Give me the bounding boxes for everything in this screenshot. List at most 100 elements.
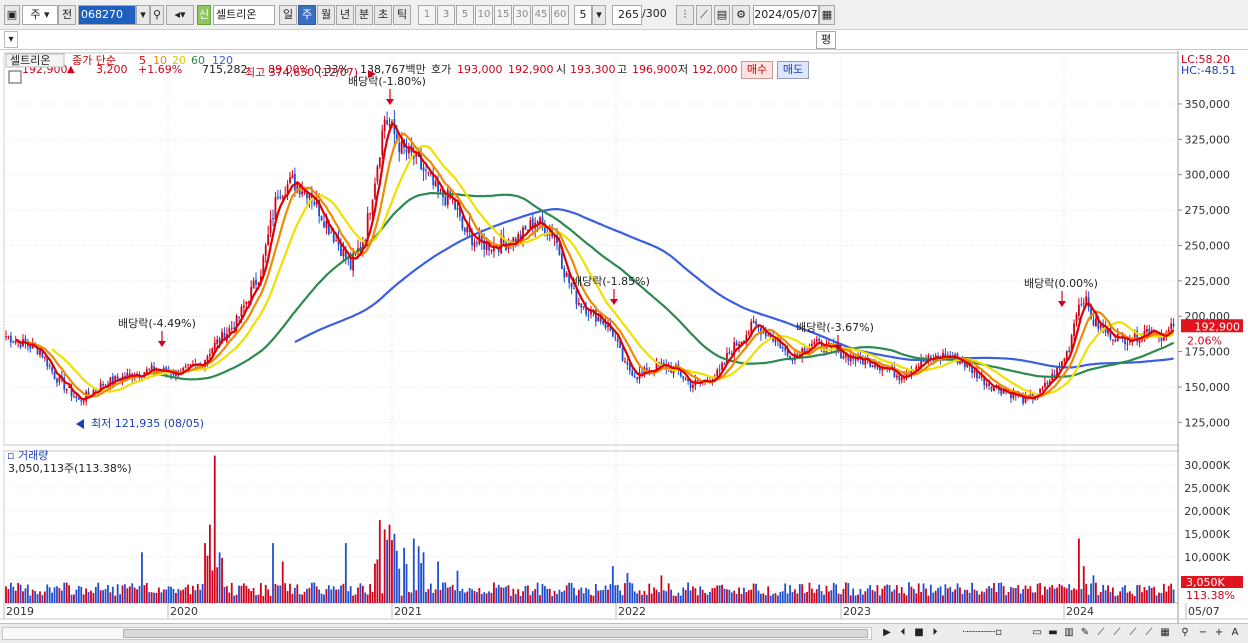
period-tab[interactable]: 초 [374, 5, 392, 25]
volume-bar [114, 595, 117, 603]
gear-icon[interactable]: ⚙ [732, 5, 750, 25]
interval-tab[interactable]: 3 [437, 5, 455, 25]
volume-bar [959, 587, 961, 603]
volume-bar [1061, 585, 1063, 603]
save-icon[interactable]: ▤ [714, 5, 730, 25]
volume-bar [871, 590, 874, 603]
period-tab[interactable]: 분 [355, 5, 373, 25]
candle-body [524, 225, 527, 230]
draw-icon-6[interactable]: ▦ [1158, 626, 1172, 640]
interval-tab[interactable]: 1 [418, 5, 436, 25]
volume-bar [420, 563, 422, 603]
candle-body [682, 376, 685, 379]
candle-body [735, 342, 738, 346]
volume-bar [517, 589, 520, 603]
draw-icon-5[interactable]: ⟋ [1142, 626, 1156, 640]
speed-slider[interactable]: ·┈┈┈┈┈▫ [950, 626, 1014, 640]
step-back-icon[interactable]: ⏴ [896, 626, 910, 640]
x-tick-label: 05/07 [1188, 605, 1220, 618]
scroll-up-icon[interactable]: A [1228, 626, 1242, 640]
candle-body [209, 354, 211, 357]
market-select[interactable]: 주 ▾ [22, 5, 58, 25]
stop-icon[interactable]: ■ [912, 626, 926, 640]
interval-tab[interactable]: 5 [456, 5, 474, 25]
candle-body [340, 244, 342, 257]
quote-settings-icon[interactable]: ▾ [4, 31, 18, 48]
count-input[interactable]: 265 [612, 5, 642, 25]
candle-body [269, 219, 272, 233]
search-icon[interactable]: ⚲ [150, 5, 164, 25]
layout-icon-3[interactable]: ▥ [1062, 626, 1076, 640]
eval-button[interactable]: 평 [816, 31, 836, 49]
layout-icon-2[interactable]: ▬ [1046, 626, 1060, 640]
volume-bar [1155, 595, 1158, 603]
candle-body [854, 359, 857, 361]
scroll-thumb[interactable] [123, 629, 868, 638]
volume-bar [939, 586, 942, 603]
y-tick-label: 175,000 [1185, 346, 1231, 359]
interval-input[interactable]: 5 [574, 5, 592, 25]
volume-bar [167, 586, 170, 603]
volume-bar [422, 552, 425, 603]
volume-bar [194, 590, 197, 603]
zoom-icon[interactable]: ⚲ [1178, 626, 1192, 640]
volume-bar [1167, 585, 1170, 603]
candle-body [218, 338, 221, 343]
horizontal-scrollbar[interactable] [2, 627, 872, 640]
quote-bar: ▾ 192,900 ▲ 3,200 +1.69% 715,282 89.00% … [0, 30, 1248, 79]
play-icon[interactable]: ▶ [880, 626, 894, 640]
volume-bar [774, 593, 777, 603]
prev-button[interactable]: 전 [58, 5, 76, 25]
draw-icon-1[interactable]: ✎ [1078, 626, 1092, 640]
interval-tab[interactable]: 30 [513, 5, 531, 25]
candle-body [242, 305, 245, 308]
step-forward-icon[interactable]: ⏵ [928, 626, 942, 640]
zoom-out-icon[interactable]: − [1196, 626, 1210, 640]
zoom-in-icon[interactable]: + [1212, 626, 1226, 640]
candle-body [439, 189, 442, 191]
volume-bar [12, 586, 15, 603]
volume-bar [99, 590, 102, 603]
period-tab[interactable]: 주 [298, 5, 316, 25]
period-tab[interactable]: 틱 [393, 5, 411, 25]
period-tab[interactable]: 년 [336, 5, 354, 25]
volume-bar [133, 587, 136, 603]
volume-bar [1027, 588, 1029, 603]
interval-tab[interactable]: 15 [494, 5, 512, 25]
candle-icon[interactable]: ⫶ [676, 5, 694, 25]
volume-bar [825, 585, 828, 603]
price-chart[interactable]: 350,000 325,000 300,000 275,000 250,000 225,0… [0, 51, 1248, 623]
volume-bar [235, 594, 238, 603]
candle-body [172, 374, 175, 376]
volume-bar [563, 590, 566, 603]
volume-icon[interactable]: ◂▾ [166, 5, 194, 25]
draw-icon-2[interactable]: ⟋ [1094, 626, 1108, 640]
volume-bar [818, 584, 821, 603]
draw-icon-3[interactable]: ⟋ [1110, 626, 1124, 640]
line-tool-icon[interactable]: ⟋ [696, 5, 712, 25]
volume-bar [675, 595, 677, 603]
chart-type-icon[interactable]: ▣ [4, 5, 20, 25]
period-tab[interactable]: 일 [279, 5, 297, 25]
candle-body [990, 386, 993, 390]
code-dropdown-icon[interactable]: ▾ [136, 5, 150, 25]
interval-tab[interactable]: 45 [532, 5, 550, 25]
interval-tab[interactable]: 60 [551, 5, 569, 25]
layout-icon-1[interactable]: ▭ [1030, 626, 1044, 640]
period-tab[interactable]: 월 [317, 5, 335, 25]
interval-tab[interactable]: 10 [475, 5, 493, 25]
volume-bar [425, 591, 427, 603]
candle-body [723, 362, 726, 364]
volume-bar [541, 584, 544, 603]
code-input[interactable]: 068270 [78, 5, 136, 25]
date-input[interactable]: 2024/05/07 [753, 5, 819, 25]
draw-icon-4[interactable]: ⟋ [1126, 626, 1140, 640]
interval-dropdown-icon[interactable]: ▾ [592, 5, 606, 25]
candle-body [881, 368, 884, 371]
x-tick-label: 2021 [394, 605, 422, 618]
volume-bar [17, 582, 20, 603]
calendar-icon[interactable]: ▦ [819, 5, 835, 25]
volume-bar [1073, 588, 1075, 603]
volume-bar [296, 584, 299, 603]
volume-bar [512, 588, 515, 603]
